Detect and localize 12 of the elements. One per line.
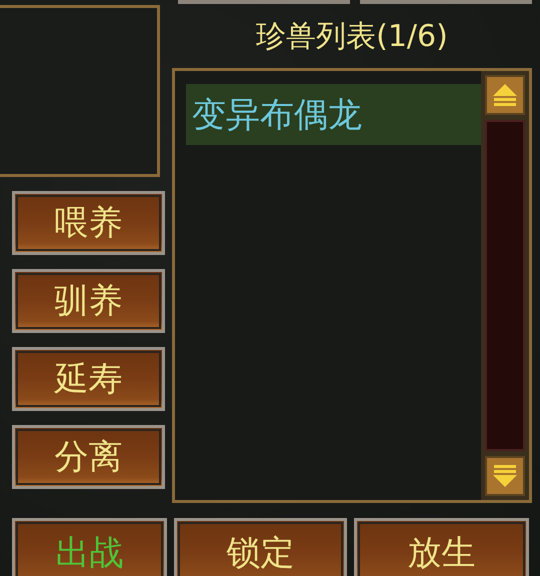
scroll-down-button[interactable] <box>485 456 525 496</box>
action-button[interactable]: 放生 <box>354 518 529 576</box>
scroll-up-button[interactable] <box>485 75 525 115</box>
pet-list-item[interactable]: 变异布偶龙 <box>186 84 481 145</box>
list-title: 珍兽列表(1/6) <box>255 18 449 56</box>
action-button[interactable]: 锁定 <box>174 518 347 576</box>
action-button[interactable]: 延寿 <box>12 347 165 412</box>
action-button[interactable]: 出战 <box>12 518 167 576</box>
action-button[interactable]: 喂养 <box>12 191 165 256</box>
action-button[interactable]: 分离 <box>12 425 165 490</box>
action-button[interactable]: 驯养 <box>12 269 165 334</box>
scrollbar[interactable] <box>481 71 529 500</box>
